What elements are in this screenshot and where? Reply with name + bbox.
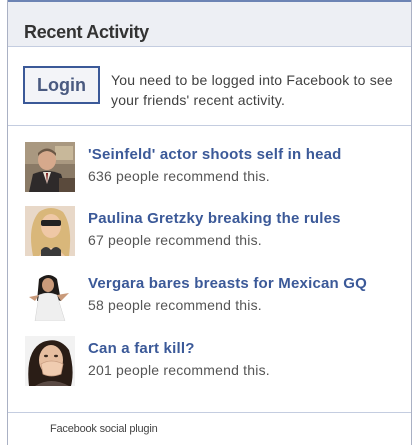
recommendation-title-link[interactable]: Can a fart kill? bbox=[88, 340, 195, 357]
recommendation-count: 58 people recommend this. bbox=[88, 297, 262, 313]
widget-header: Recent Activity bbox=[8, 2, 411, 47]
list-item[interactable]: Vergara bares breasts for Mexican GQ 58 … bbox=[25, 271, 405, 327]
recommendation-count: 67 people recommend this. bbox=[88, 232, 262, 248]
woman-white-dress-photo[interactable] bbox=[25, 271, 75, 321]
widget-title: Recent Activity bbox=[24, 22, 149, 42]
recommendation-count: 636 people recommend this. bbox=[88, 168, 270, 184]
woman-covering-nose-photo[interactable] bbox=[25, 336, 75, 386]
list-item[interactable]: Can a fart kill? 201 people recommend th… bbox=[25, 336, 405, 392]
social-plugin-link[interactable]: Facebook social plugin bbox=[50, 423, 158, 435]
login-message: You need to be logged into Facebook to s… bbox=[111, 72, 393, 108]
recommendation-title-link[interactable]: Vergara bares breasts for Mexican GQ bbox=[88, 275, 367, 292]
login-section: Login You need to be logged into Faceboo… bbox=[8, 48, 411, 126]
man-in-suit-photo[interactable] bbox=[25, 142, 75, 192]
list-item[interactable]: 'Seinfeld' actor shoots self in head 636… bbox=[25, 142, 405, 198]
login-button[interactable]: Login bbox=[23, 66, 100, 104]
footer-divider bbox=[8, 412, 411, 413]
recommendation-count: 201 people recommend this. bbox=[88, 362, 270, 378]
list-item[interactable]: Paulina Gretzky breaking the rules 67 pe… bbox=[25, 206, 405, 262]
blonde-woman-photo[interactable] bbox=[25, 206, 75, 256]
recent-activity-widget: Recent Activity Login You need to be log… bbox=[7, 0, 412, 445]
recommendation-title-link[interactable]: Paulina Gretzky breaking the rules bbox=[88, 210, 341, 227]
recommendation-title-link[interactable]: 'Seinfeld' actor shoots self in head bbox=[88, 146, 342, 163]
